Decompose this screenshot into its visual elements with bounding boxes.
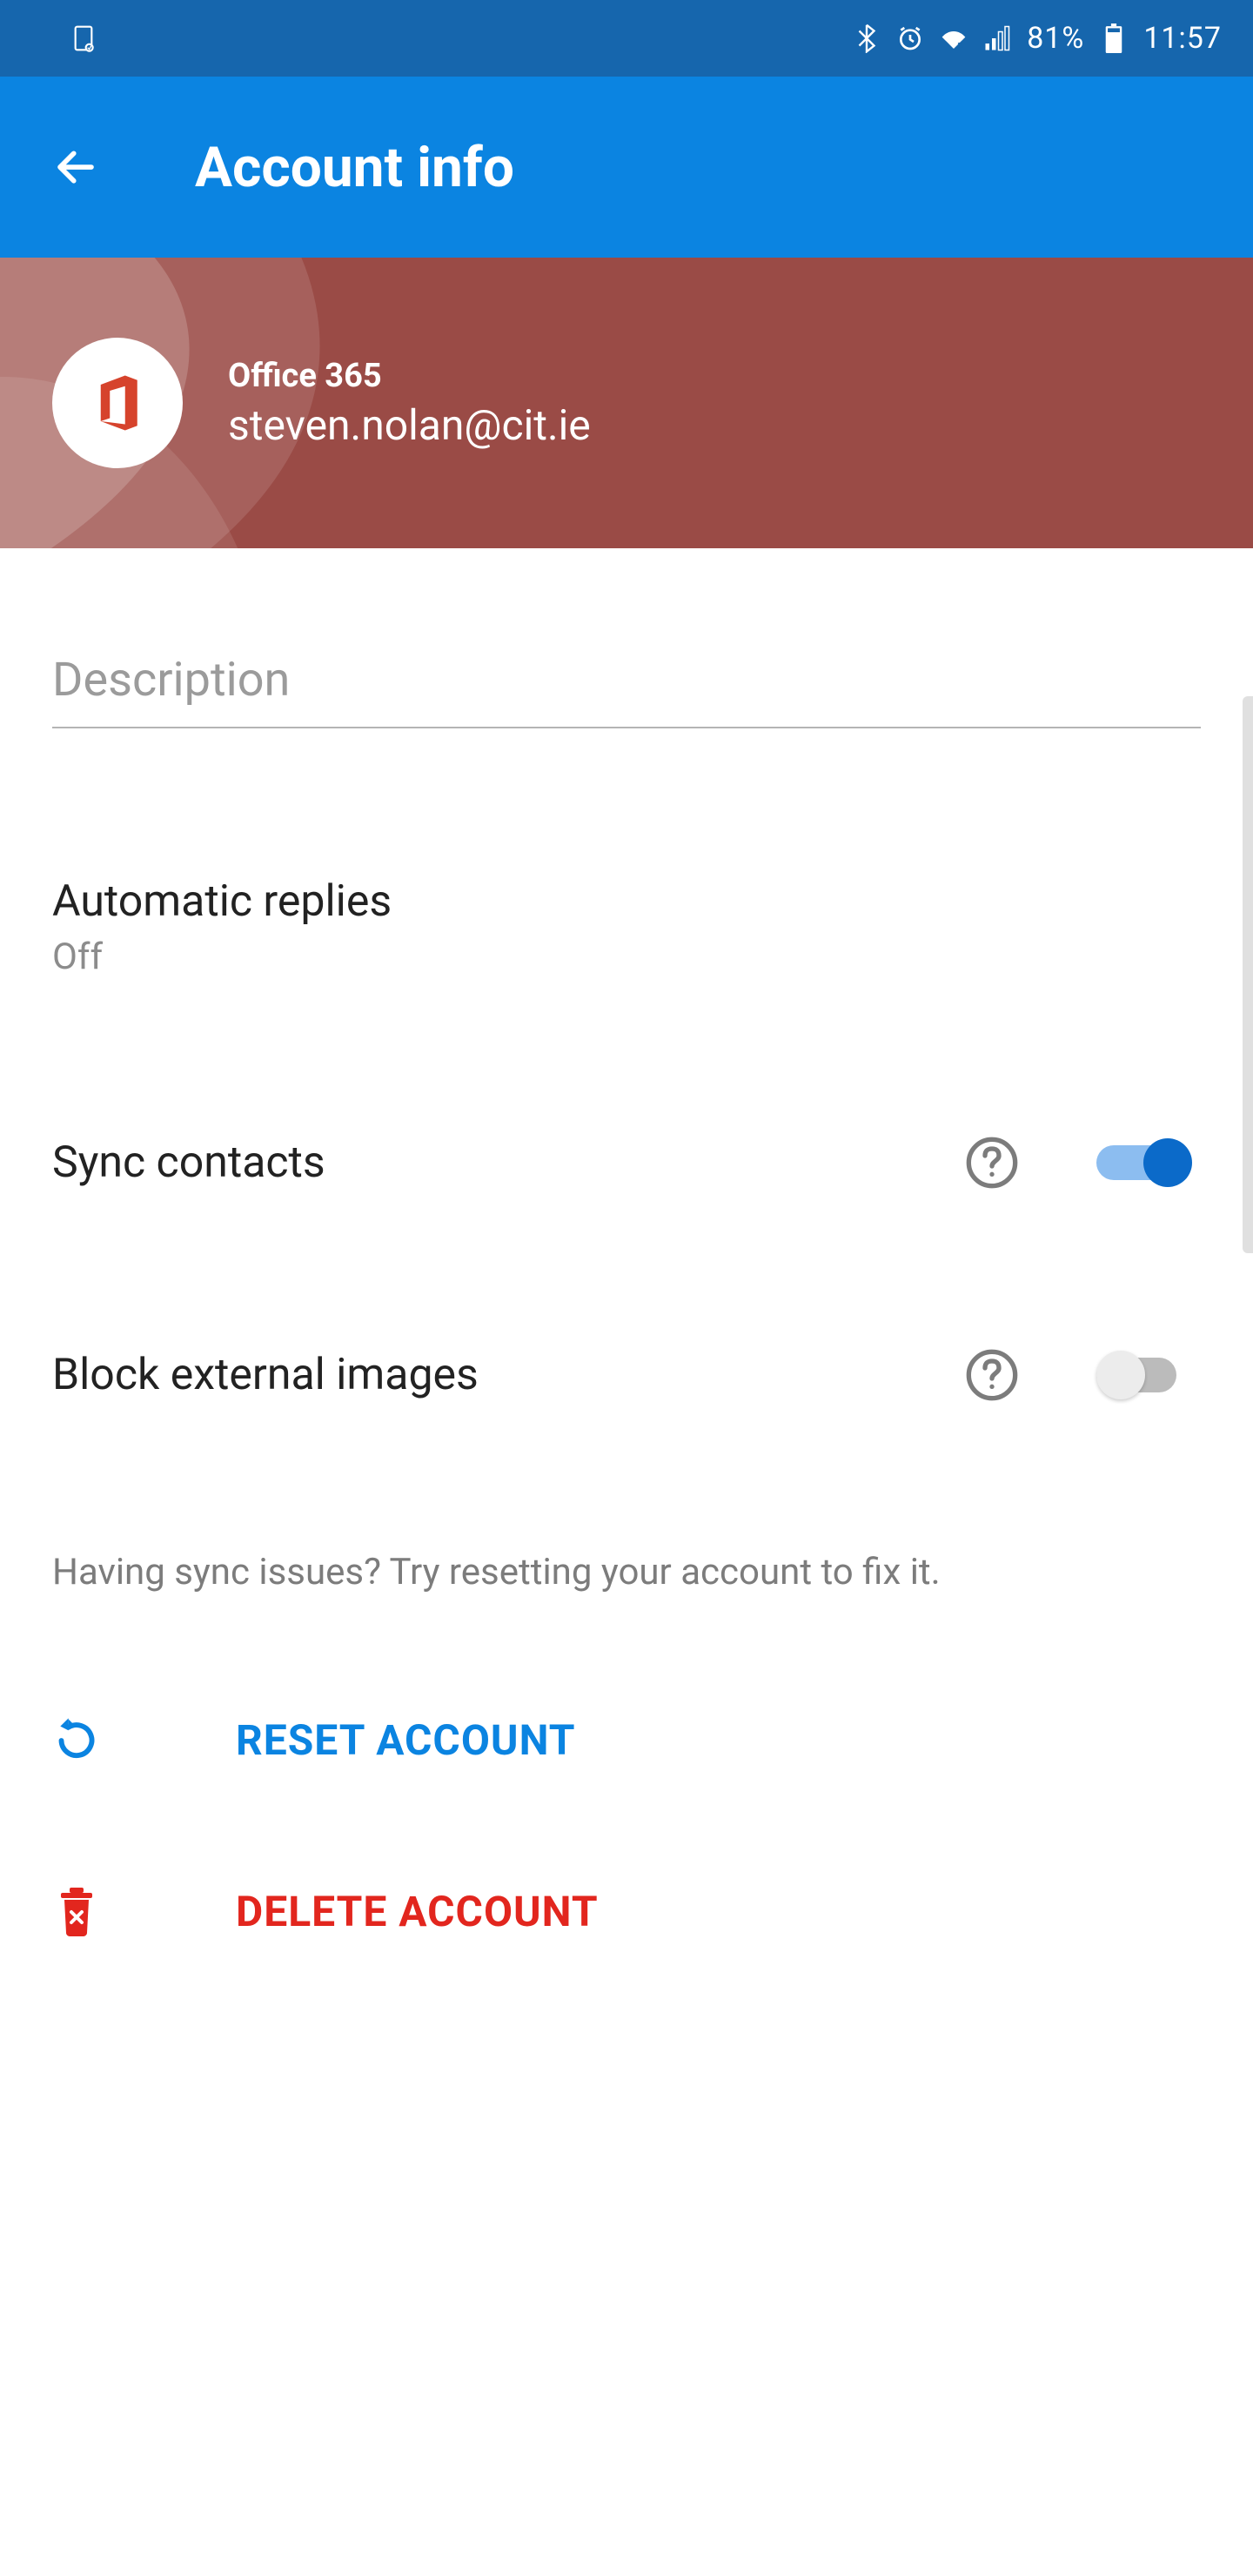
account-type: Office 365 bbox=[228, 357, 591, 395]
account-banner: Office 365 steven.nolan@cit.ie bbox=[0, 258, 1253, 548]
reset-account-button[interactable]: RESET ACCOUNT bbox=[52, 1715, 1201, 1765]
automatic-replies-row[interactable]: Automatic replies Off bbox=[52, 876, 1201, 978]
sync-contacts-toggle[interactable] bbox=[1088, 1135, 1201, 1191]
status-right: 81% 11:57 bbox=[853, 21, 1222, 56]
avatar bbox=[52, 338, 183, 468]
clock: 11:57 bbox=[1143, 21, 1222, 56]
trash-icon bbox=[52, 1888, 101, 1936]
wifi-icon bbox=[940, 24, 968, 52]
signal-icon bbox=[983, 24, 1011, 52]
page-title: Account info bbox=[195, 135, 514, 200]
block-external-images-toggle[interactable] bbox=[1088, 1347, 1201, 1403]
tablet-icon bbox=[70, 24, 97, 52]
battery-icon bbox=[1100, 24, 1128, 52]
delete-account-label: DELETE ACCOUNT bbox=[236, 1887, 599, 1936]
app-bar: Account info bbox=[0, 77, 1253, 258]
sync-contacts-label: Sync contacts bbox=[52, 1137, 325, 1188]
sync-hint: Having sync issues? Try resetting your a… bbox=[52, 1551, 1201, 1593]
status-bar: 81% 11:57 bbox=[0, 0, 1253, 77]
help-icon[interactable] bbox=[964, 1135, 1020, 1191]
help-icon[interactable] bbox=[964, 1347, 1020, 1403]
block-external-images-row: Block external images bbox=[52, 1347, 1201, 1403]
office-icon bbox=[90, 372, 144, 433]
reset-account-label: RESET ACCOUNT bbox=[236, 1715, 576, 1765]
content: Automatic replies Off Sync contacts Bloc… bbox=[0, 548, 1253, 1936]
alarm-icon bbox=[896, 24, 924, 52]
battery-percent: 81% bbox=[1027, 21, 1084, 56]
description-input[interactable] bbox=[52, 653, 1201, 728]
bluetooth-icon bbox=[853, 24, 881, 52]
scrollbar[interactable] bbox=[1243, 696, 1253, 1253]
automatic-replies-label: Automatic replies bbox=[52, 876, 1201, 927]
delete-account-button[interactable]: DELETE ACCOUNT bbox=[52, 1887, 1201, 1936]
sync-contacts-row: Sync contacts bbox=[52, 1135, 1201, 1191]
account-email: steven.nolan@cit.ie bbox=[228, 400, 591, 450]
back-icon[interactable] bbox=[52, 144, 99, 191]
status-left bbox=[70, 24, 97, 52]
reset-icon bbox=[52, 1716, 101, 1765]
automatic-replies-value: Off bbox=[52, 936, 1201, 978]
account-info: Office 365 steven.nolan@cit.ie bbox=[228, 357, 591, 450]
block-external-images-label: Block external images bbox=[52, 1350, 479, 1400]
